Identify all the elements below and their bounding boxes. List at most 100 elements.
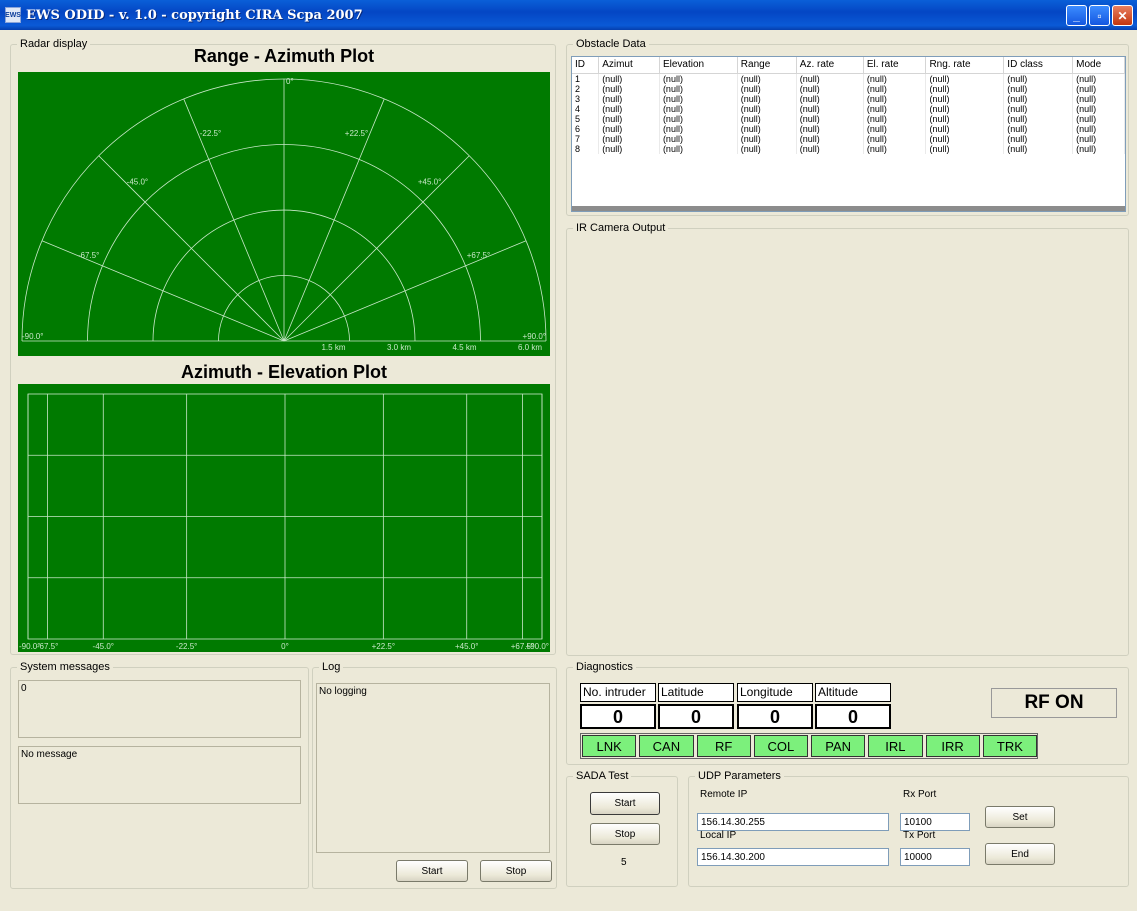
log-stop-button[interactable]: Stop <box>480 860 552 882</box>
column-header[interactable]: Mode <box>1072 57 1125 74</box>
table-cell: (null) <box>863 123 927 134</box>
longitude-header: Longitude <box>737 683 813 702</box>
table-row[interactable]: 8 (null) (null) (null) (null) (null) (null) (nu… <box>572 143 1125 154</box>
rf-status-indicator: RF ON <box>991 688 1117 718</box>
table-cell: (null) <box>1003 83 1074 94</box>
table-cell: (null) <box>659 133 738 144</box>
column-header[interactable]: ID class <box>1003 57 1074 74</box>
horizontal-scrollbar[interactable] <box>572 206 1125 211</box>
table-cell: (null) <box>659 83 738 94</box>
latitude-value: 0 <box>658 704 734 729</box>
azimuth-tick-label: -45.0° <box>93 642 114 651</box>
no-intruder-value: 0 <box>580 704 656 729</box>
table-row[interactable]: 2 (null) (null) (null) (null) (null) (null) (nu… <box>572 83 1125 94</box>
column-header[interactable]: Az. rate <box>796 57 864 74</box>
table-cell: (null) <box>1072 123 1125 134</box>
log-start-button[interactable]: Start <box>396 860 468 882</box>
table-cell: (null) <box>796 93 864 104</box>
table-cell: 1 <box>572 73 600 84</box>
window-title: EWS ODID - v. 1.0 - copyright CIRA Scpa … <box>26 7 363 23</box>
table-cell: (null) <box>737 83 797 94</box>
diagnostics-label: Diagnostics <box>573 661 636 673</box>
local-ip-label: Local IP <box>700 830 737 841</box>
table-cell: (null) <box>796 113 864 124</box>
table-cell: (null) <box>1072 93 1125 104</box>
table-cell: (null) <box>863 113 927 124</box>
column-header[interactable]: Range <box>737 57 797 74</box>
table-cell: (null) <box>925 103 1005 114</box>
azimuth-tick-label: 0° <box>281 642 289 651</box>
azimuth-angle-label: -90.0° <box>22 332 43 341</box>
log-label: Log <box>319 661 344 673</box>
status-indicator-can: CAN <box>639 735 694 757</box>
table-cell: (null) <box>598 133 660 144</box>
rx-port-field[interactable]: 10100 <box>900 813 970 831</box>
minimize-button[interactable]: _ <box>1066 5 1087 26</box>
status-indicator-lnk: LNK <box>582 735 637 757</box>
obstacle-table[interactable]: ID Azimut Elevation Range Az. rate El. rate Rn… <box>571 56 1126 212</box>
altitude-header: Altitude <box>815 683 891 702</box>
azimuth-angle-label: +67.5° <box>467 251 490 260</box>
table-row[interactable]: 6 (null) (null) (null) (null) (null) (null) (nu… <box>572 123 1125 134</box>
azimuth-angle-label: -67.5° <box>78 251 99 260</box>
table-cell: (null) <box>796 133 864 144</box>
table-cell: (null) <box>863 83 927 94</box>
status-indicator-irr: IRR <box>925 735 980 757</box>
sada-start-button[interactable]: Start <box>590 792 660 815</box>
longitude-value: 0 <box>737 704 813 729</box>
table-row[interactable]: 5 (null) (null) (null) (null) (null) (null) (nu… <box>572 113 1125 124</box>
table-cell: (null) <box>737 103 797 114</box>
range-azimuth-title: Range - Azimuth Plot <box>193 46 375 66</box>
table-cell: 8 <box>572 143 600 154</box>
table-cell: (null) <box>737 93 797 104</box>
column-header[interactable]: El. rate <box>863 57 927 74</box>
table-cell: (null) <box>796 143 864 154</box>
local-ip-field[interactable]: 156.14.30.200 <box>697 848 889 866</box>
altitude-value: 0 <box>815 704 891 729</box>
close-button[interactable]: ✕ <box>1112 5 1133 26</box>
table-row[interactable]: 7 (null) (null) (null) (null) (null) (null) (nu… <box>572 133 1125 144</box>
udp-set-button[interactable]: Set <box>985 806 1055 828</box>
tx-port-field[interactable]: 10000 <box>900 848 970 866</box>
azimuth-elevation-svg: -90.0°-67.5° -45.0° -22.5° 0° +22.5° +45.0° +6… <box>19 393 549 651</box>
system-message-bottom[interactable]: No message <box>18 746 301 804</box>
table-cell: (null) <box>925 73 1005 84</box>
table-header-row: ID Azimut Elevation Range Az. rate El. rate Rn… <box>572 57 1125 74</box>
column-header[interactable]: Elevation <box>659 57 738 74</box>
table-row[interactable]: 4 (null) (null) (null) (null) (null) (null) (nu… <box>572 103 1125 114</box>
table-cell: (null) <box>737 113 797 124</box>
system-message-top[interactable]: 0 <box>18 680 301 738</box>
remote-ip-field[interactable]: 156.14.30.255 <box>697 813 889 831</box>
table-cell: (null) <box>1003 93 1074 104</box>
table-cell: (null) <box>1003 73 1074 84</box>
table-cell: (null) <box>659 123 738 134</box>
table-row[interactable]: 1 (null) (null) (null) (null) (null) (null) (nu… <box>572 73 1125 84</box>
table-row[interactable]: 3 (null) (null) (null) (null) (null) (null) (nu… <box>572 93 1125 104</box>
ir-camera-label: IR Camera Output <box>573 222 669 234</box>
column-header[interactable]: Rng. rate <box>925 57 1005 74</box>
window-controls: _ ▫ ✕ <box>1066 5 1133 26</box>
column-header[interactable]: ID <box>572 57 600 74</box>
range-azimuth-svg: 1.5 km 3.0 km 4.5 km 6.0 km -90.0° -67.5° -45.… <box>21 77 547 352</box>
table-cell: (null) <box>737 73 797 84</box>
table-cell: (null) <box>1003 123 1074 134</box>
azimuth-angle-label: -22.5° <box>200 129 221 138</box>
table-cell: (null) <box>1072 133 1125 144</box>
table-cell: (null) <box>925 123 1005 134</box>
sada-stop-button[interactable]: Stop <box>590 823 660 845</box>
column-header[interactable]: Azimut <box>598 57 660 74</box>
maximize-button[interactable]: ▫ <box>1089 5 1110 26</box>
log-output[interactable]: No logging <box>316 683 550 853</box>
table-cell: (null) <box>659 113 738 124</box>
azimuth-elevation-plot: -90.0° -67.5° -45.0° -22.5° 0° +22.5° +45.0° +6… <box>18 384 550 652</box>
remote-ip-label: Remote IP <box>700 789 748 800</box>
table-cell: (null) <box>863 143 927 154</box>
table-cell: (null) <box>659 103 738 114</box>
title-bar[interactable]: EWS EWS ODID - v. 1.0 - copyright CIRA S… <box>0 0 1137 30</box>
udp-end-button[interactable]: End <box>985 843 1055 865</box>
table-cell: 7 <box>572 133 600 144</box>
obstacle-data-label: Obstacle Data <box>573 38 649 50</box>
table-cell: (null) <box>598 83 660 94</box>
table-cell: (null) <box>796 123 864 134</box>
ir-camera-group: IR Camera Output <box>566 222 1129 656</box>
